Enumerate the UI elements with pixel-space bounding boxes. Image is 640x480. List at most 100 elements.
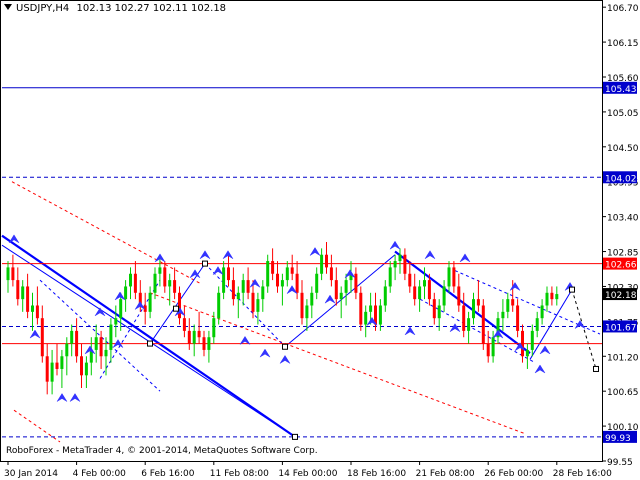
y-tick-label: 100.65 xyxy=(607,388,639,398)
candle-body xyxy=(481,305,485,344)
candle-body xyxy=(398,254,402,262)
candle-body xyxy=(467,318,471,331)
candle-body xyxy=(530,330,534,350)
candle-body xyxy=(276,273,279,287)
y-tick-label: 99.55 xyxy=(607,458,633,468)
candle-body xyxy=(11,267,15,281)
candle-body xyxy=(192,330,196,344)
dropdown-triangle-icon[interactable] xyxy=(4,4,12,10)
level-label: 104.02 xyxy=(605,174,637,184)
candle-body xyxy=(354,273,358,293)
candle-body xyxy=(99,337,103,357)
pivot-marker xyxy=(282,343,288,350)
candle-body xyxy=(217,292,221,319)
candle-body xyxy=(344,280,348,293)
candle-body xyxy=(182,318,186,331)
candle-body xyxy=(285,267,289,281)
price-axis: 106.70106.15105.60105.05104.50103.95103.… xyxy=(602,4,639,468)
level-label: 105.43 xyxy=(605,85,637,95)
candle-body xyxy=(315,273,319,293)
level-label: 102.66 xyxy=(605,261,637,271)
candle-body xyxy=(452,267,456,287)
plot-frame xyxy=(0,0,603,462)
x-tick-label: 18 Feb 16:00 xyxy=(347,469,406,479)
x-tick-label: 28 Feb 16:00 xyxy=(553,469,612,479)
pivot-marker xyxy=(147,340,153,347)
candle-body xyxy=(40,318,44,357)
candle-body xyxy=(94,337,98,350)
y-tick-label: 106.70 xyxy=(607,4,639,14)
candle-body xyxy=(202,337,206,350)
x-tick-label: 21 Feb 08:00 xyxy=(416,469,475,479)
candle-body xyxy=(383,286,387,306)
candle-body xyxy=(163,267,167,287)
high-price: 102.27 xyxy=(114,3,150,14)
candle-body xyxy=(70,330,74,344)
level-label: 99.93 xyxy=(605,434,631,444)
candle-body xyxy=(364,311,368,325)
candle-body xyxy=(168,280,172,287)
price-chart[interactable]: 106.70106.15105.60105.05104.50103.95103.… xyxy=(0,0,640,480)
candle-body xyxy=(84,362,88,376)
x-tick-label: 4 Feb 00:00 xyxy=(73,469,127,479)
y-tick-label: 105.05 xyxy=(607,109,639,119)
close-price: 102.18 xyxy=(191,3,227,14)
candle-body xyxy=(476,299,480,306)
candle-body xyxy=(545,292,549,306)
candle-body xyxy=(506,299,510,312)
y-tick-label: 104.50 xyxy=(607,144,639,154)
candle-body xyxy=(295,273,299,293)
candle-body xyxy=(173,280,177,293)
candle-body xyxy=(525,349,529,357)
candle-body xyxy=(486,343,490,357)
chart-header: USDJPY,H4 102.13 102.27 102.11 102.18 xyxy=(4,3,226,14)
candle-body xyxy=(437,305,441,319)
candle-body xyxy=(6,267,10,281)
candle-body xyxy=(148,292,152,312)
candle-body xyxy=(418,286,422,300)
candle-body xyxy=(178,292,181,319)
candle-body xyxy=(261,286,265,300)
candle-body xyxy=(408,273,412,287)
candle-body xyxy=(447,267,451,287)
x-tick-label: 11 Feb 08:00 xyxy=(210,469,269,479)
candle-body xyxy=(442,286,446,306)
pivot-marker xyxy=(173,305,179,312)
candle-body xyxy=(516,305,520,331)
low-price: 102.11 xyxy=(152,3,188,14)
symbol-label: USDJPY,H4 xyxy=(16,3,70,14)
candle-body xyxy=(320,254,324,274)
level-label: 101.67 xyxy=(605,323,637,333)
candle-body xyxy=(339,292,343,300)
candle-body xyxy=(153,273,157,293)
candle-body xyxy=(26,286,30,312)
candle-body xyxy=(555,294,559,300)
open-price: 102.13 xyxy=(76,3,112,14)
candle-body xyxy=(491,337,495,357)
candle-body xyxy=(325,254,328,268)
pivot-marker xyxy=(292,433,298,440)
candle-body xyxy=(334,280,338,300)
candle-body xyxy=(222,267,226,293)
candle-body xyxy=(119,299,123,319)
candle-body xyxy=(501,311,505,319)
pivot-marker xyxy=(593,365,599,372)
candle-body xyxy=(423,280,426,287)
candle-body xyxy=(305,305,309,319)
candle-body xyxy=(472,299,475,319)
candle-body xyxy=(369,305,373,312)
candle-body xyxy=(60,356,64,369)
candle-body xyxy=(133,273,137,293)
candle-body xyxy=(124,286,128,300)
candle-body xyxy=(378,305,382,325)
y-tick-label: 101.20 xyxy=(607,353,639,363)
candle-body xyxy=(310,292,314,306)
x-tick-label: 30 Jan 2014 xyxy=(4,469,58,479)
candle-body xyxy=(212,318,216,338)
candle-body xyxy=(241,280,245,293)
candle-body xyxy=(388,267,392,287)
y-tick-label: 102.85 xyxy=(607,249,639,259)
candle-body xyxy=(462,305,466,331)
candle-body xyxy=(104,349,108,357)
candle-body xyxy=(187,330,191,344)
